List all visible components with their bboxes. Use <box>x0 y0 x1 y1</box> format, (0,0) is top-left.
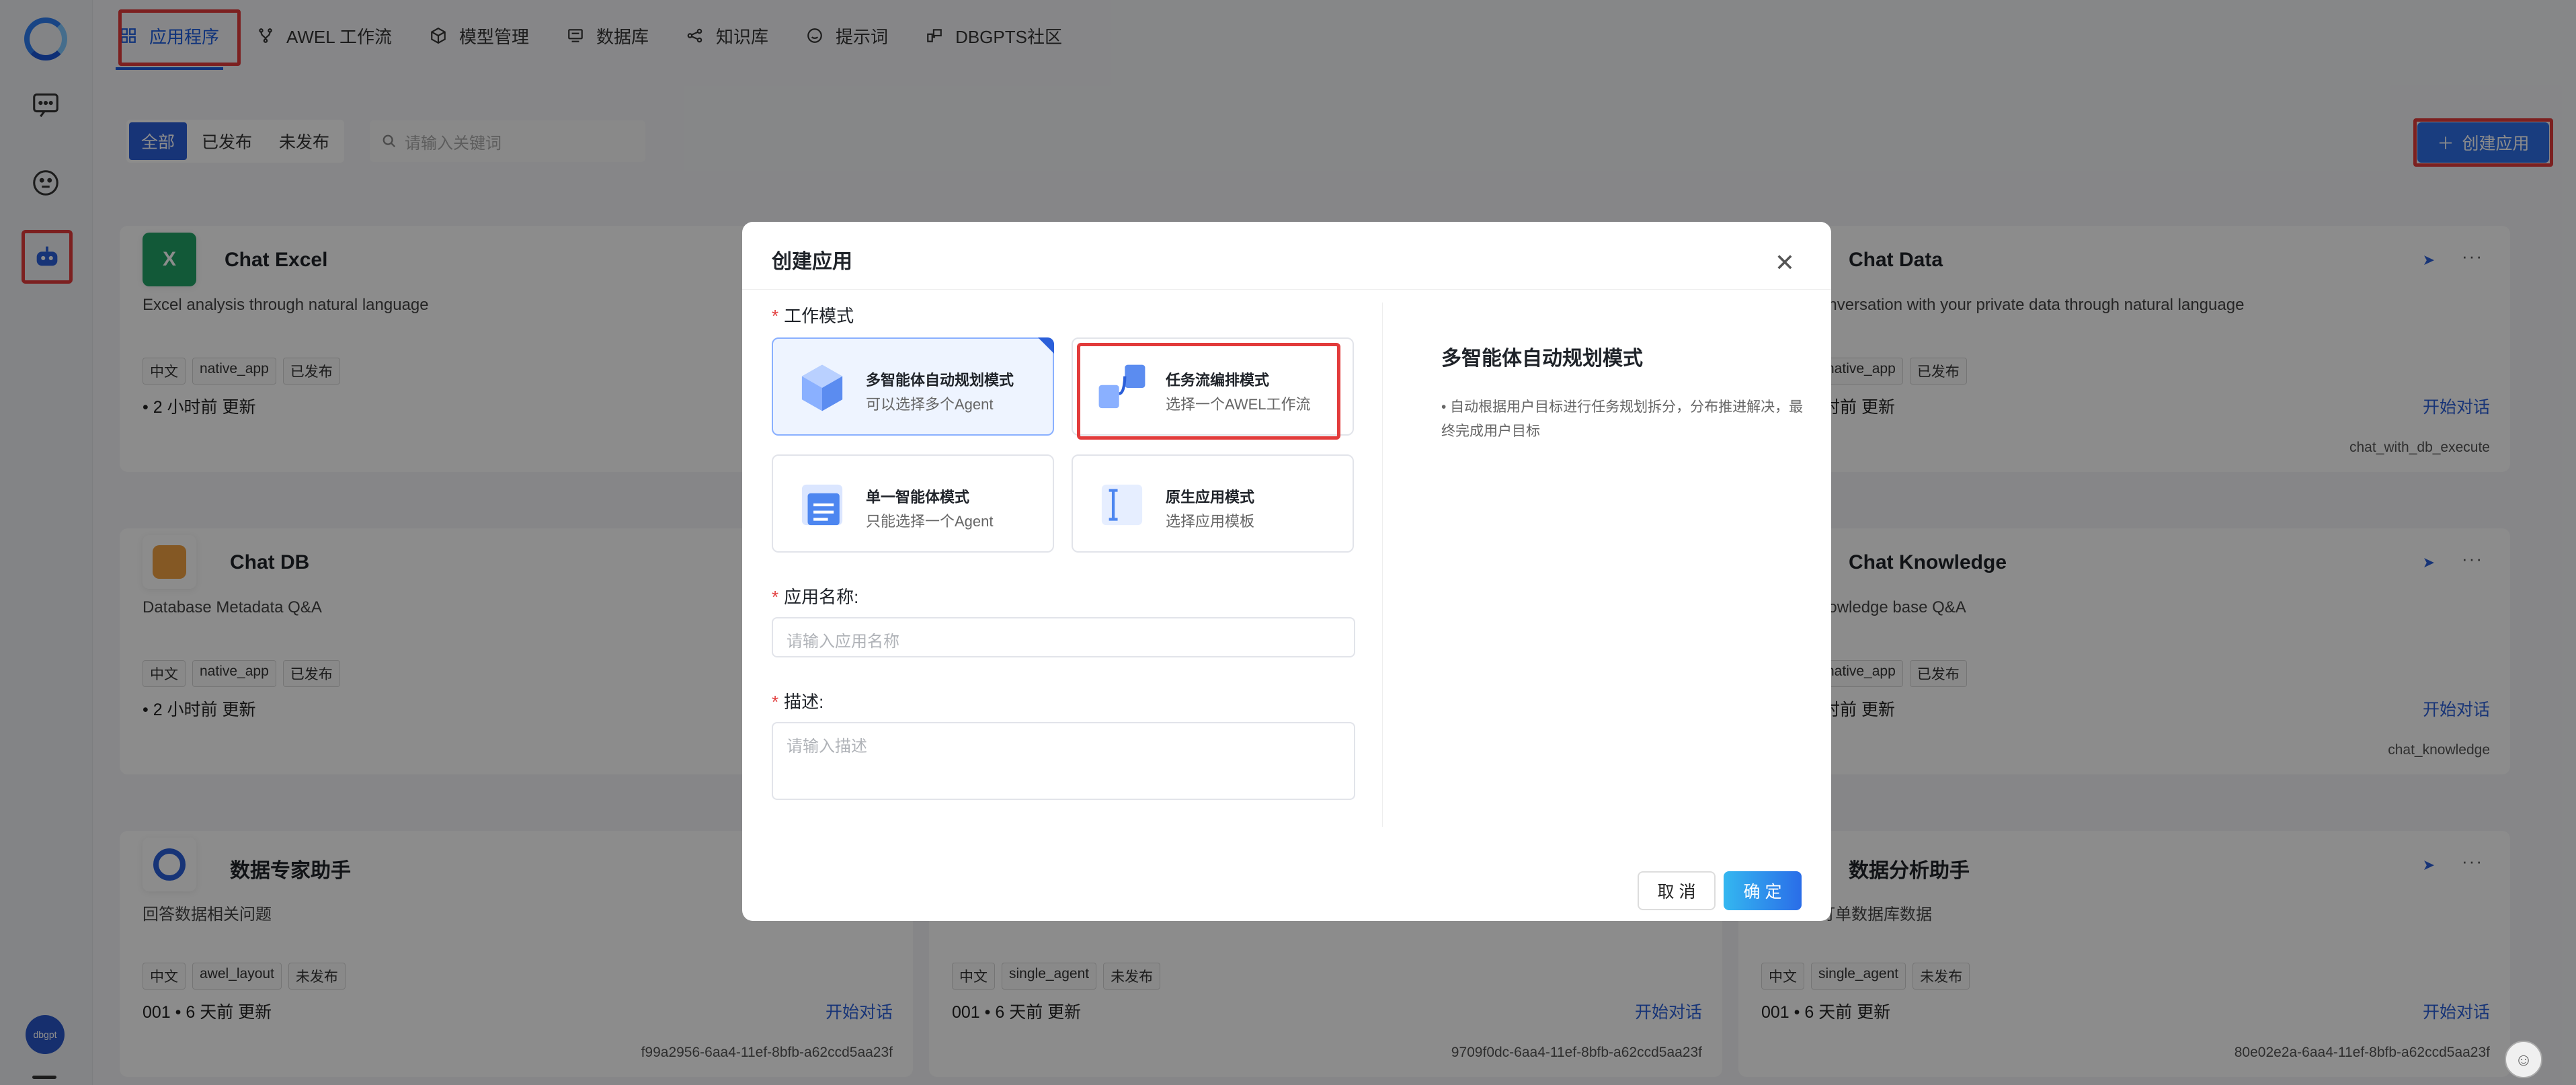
modal-title: 创建应用 <box>772 251 852 273</box>
close-icon[interactable]: ✕ <box>1775 249 1795 277</box>
app-name-input[interactable]: 请输入应用名称 <box>772 617 1355 657</box>
mode-multi-agent[interactable]: 多智能体自动规划模式 可以选择多个Agent <box>772 337 1054 436</box>
mode-sub: 可以选择多个Agent <box>866 396 994 413</box>
mode-single-agent[interactable]: 单一智能体模式 只能选择一个Agent <box>772 454 1054 553</box>
work-mode-text: 工作模式 <box>784 306 854 326</box>
mode-name: 单一智能体模式 <box>866 489 970 506</box>
modal-vertical-divider <box>1382 303 1383 827</box>
desc-label: * 描述: <box>772 692 824 712</box>
mode-sub: 只能选择一个Agent <box>866 513 994 530</box>
modal-divider <box>742 289 1831 290</box>
mode-name: 多智能体自动规划模式 <box>866 372 1014 389</box>
app-name-placeholder: 请输入应用名称 <box>787 633 899 651</box>
desc-placeholder: 请输入描述 <box>787 737 867 756</box>
desc-text: 描述: <box>784 692 824 712</box>
cancel-button[interactable]: 取 消 <box>1638 871 1716 910</box>
description-textarea[interactable]: 请输入描述 <box>772 722 1355 800</box>
hexagon-cube-icon <box>801 364 843 411</box>
document-icon <box>801 484 843 526</box>
mode-task-flow-highlight <box>1077 343 1340 440</box>
mode-sub: 选择应用模板 <box>1166 513 1255 530</box>
mode-name: 原生应用模式 <box>1166 489 1255 506</box>
mode-native-app[interactable]: 原生应用模式 选择应用模板 <box>1072 454 1354 553</box>
float-help-icon[interactable]: ☺ <box>2505 1041 2542 1078</box>
confirm-button[interactable]: 确 定 <box>1724 871 1802 910</box>
app-name-text: 应用名称: <box>784 587 859 607</box>
mode-detail-text: • 自动根据用户目标进行任务规划拆分，分布推进解决，最终完成用户目标 <box>1441 399 1804 439</box>
selected-corner-mark <box>1038 337 1054 354</box>
work-mode-label: * 工作模式 <box>772 306 854 326</box>
create-app-modal: 创建应用 ✕ * 工作模式 多智能体自动规划模式 可以选择多个Agent 任务流编… <box>742 222 1831 921</box>
app-name-label: * 应用名称: <box>772 587 859 607</box>
text-cursor-icon <box>1101 484 1143 526</box>
mode-detail-title: 多智能体自动规划模式 <box>1441 348 1643 370</box>
